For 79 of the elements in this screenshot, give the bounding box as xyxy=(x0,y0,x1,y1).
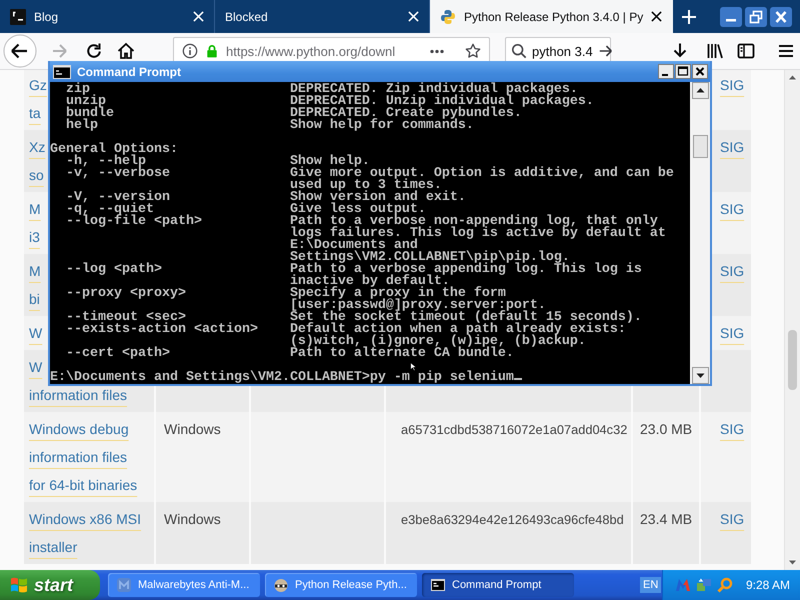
file-link[interactable]: so xyxy=(29,167,44,183)
info-icon[interactable] xyxy=(182,43,198,59)
close-icon[interactable] xyxy=(770,6,792,26)
signature-link[interactable]: SIG xyxy=(720,139,744,155)
signature-link[interactable]: SIG xyxy=(720,325,744,341)
taskbar-button[interactable]: Malwarebytes Anti-M... xyxy=(108,573,260,597)
flag-icon xyxy=(9,575,29,595)
sidebar-icon[interactable] xyxy=(737,42,755,60)
console-icon xyxy=(430,577,446,593)
arrow-up-icon[interactable] xyxy=(692,82,708,99)
platform-text: Windows xyxy=(164,421,221,437)
close-icon[interactable] xyxy=(692,64,708,79)
file-link[interactable]: Windows debug information files for 64-bit binaries xyxy=(29,415,143,499)
start-button[interactable]: start xyxy=(0,570,100,600)
terminal-icon xyxy=(10,8,26,24)
file-link[interactable]: information files xyxy=(29,387,128,403)
network-icon[interactable] xyxy=(696,577,712,593)
more-icon[interactable] xyxy=(429,48,445,54)
library-icon[interactable] xyxy=(706,42,724,60)
taskbar-button[interactable]: Python Release Pyth... xyxy=(265,573,417,597)
mouse-pointer-icon xyxy=(410,362,417,371)
option-name: --proxy <proxy> xyxy=(66,286,186,301)
platform-text: Windows xyxy=(164,511,221,527)
file-link[interactable]: Gz xyxy=(29,77,47,93)
plus-icon[interactable] xyxy=(681,8,698,24)
signature-link[interactable]: SIG xyxy=(720,77,744,93)
signature-link[interactable]: SIG xyxy=(720,201,744,217)
file-link[interactable]: i3 xyxy=(29,229,40,245)
file-link[interactable]: bi xyxy=(29,291,40,307)
taskbar-button[interactable]: Command Prompt xyxy=(422,573,574,597)
file-link[interactable]: M xyxy=(29,201,41,217)
arrow-right-icon[interactable] xyxy=(598,43,614,59)
text-cursor-icon xyxy=(514,378,522,380)
option-name: -v, --verbose xyxy=(66,166,170,181)
home-icon[interactable] xyxy=(117,42,135,60)
option-name: --log-file <path> xyxy=(66,214,202,229)
signature-link[interactable]: SIG xyxy=(720,511,744,527)
option-name: --log <path> xyxy=(66,262,162,277)
option-name: --cert <path> xyxy=(66,346,170,361)
option-name: zip xyxy=(66,82,90,97)
app-icon xyxy=(116,577,132,593)
star-icon[interactable] xyxy=(465,43,481,59)
reload-icon[interactable] xyxy=(85,42,103,60)
file-link[interactable]: Xz xyxy=(29,139,46,155)
signature-link[interactable]: SIG xyxy=(720,421,744,437)
maximize-icon[interactable] xyxy=(675,64,691,79)
clock: 9:28 AM xyxy=(746,578,790,592)
search-icon[interactable] xyxy=(511,43,527,59)
scrollbar[interactable] xyxy=(784,70,800,570)
scrollbar[interactable] xyxy=(690,82,710,384)
window-title: Command Prompt xyxy=(77,64,182,78)
scrollbar-thumb[interactable] xyxy=(692,135,708,158)
console-icon xyxy=(53,64,71,78)
option-name: --exists-action <action> xyxy=(66,322,258,337)
minimize-icon[interactable] xyxy=(720,6,742,26)
signature-link[interactable]: SIG xyxy=(720,263,744,279)
browser-tab[interactable]: Python Release Python 3.4.0 | Py xyxy=(430,0,674,33)
arrow-down-icon[interactable] xyxy=(692,367,708,384)
minimize-icon[interactable] xyxy=(658,64,674,79)
python-logo-icon xyxy=(440,8,456,24)
close-icon[interactable] xyxy=(651,11,662,22)
lock-icon xyxy=(206,44,218,58)
scrollbar-thumb[interactable] xyxy=(788,330,797,390)
checksum-text: a65731cdbd538716072e1a07add04c32 xyxy=(401,422,628,437)
download-icon[interactable] xyxy=(671,42,689,60)
menu-icon[interactable] xyxy=(777,42,795,60)
file-link[interactable]: W xyxy=(29,325,42,341)
file-link[interactable]: ta xyxy=(29,105,41,121)
language-indicator[interactable]: EN xyxy=(640,577,662,593)
file-link[interactable]: Windows x86 MSI installer xyxy=(29,505,143,561)
mask-icon xyxy=(273,577,289,593)
checksum-text: e3be8a63294e42e126493ca96cfe48bd xyxy=(401,512,624,527)
file-size-text: 23.4 MB xyxy=(640,511,692,527)
command-line: E:\Documents and Settings\VM2.COLLABNET>py -m pip selenium xyxy=(50,370,514,384)
option-description: Path to alternate CA bundle. xyxy=(290,346,514,361)
file-link[interactable]: W xyxy=(29,359,42,375)
file-link[interactable]: M xyxy=(29,263,41,279)
restore-icon[interactable] xyxy=(745,6,767,26)
file-size-text: 23.0 MB xyxy=(640,421,692,437)
